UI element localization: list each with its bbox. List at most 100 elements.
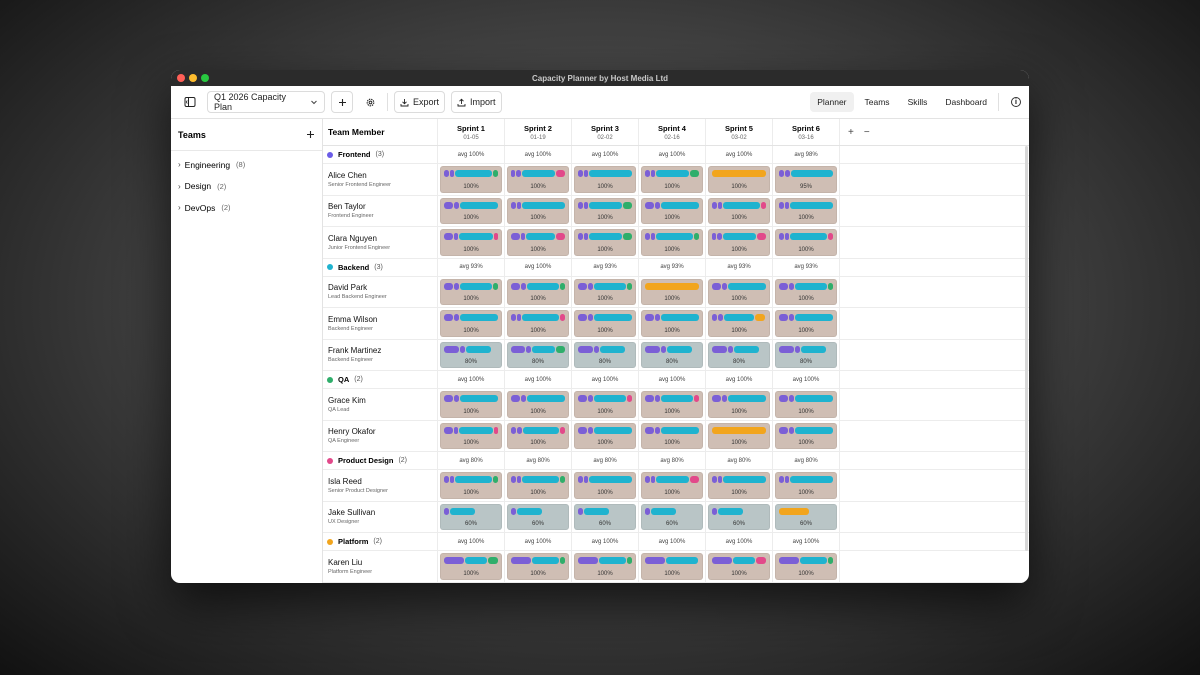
capacity-cell[interactable]: 100%: [775, 472, 837, 499]
capacity-cell[interactable]: 100%: [641, 391, 703, 418]
capacity-cell[interactable]: 100%: [507, 166, 569, 193]
capacity-cell[interactable]: 100%: [574, 197, 636, 224]
capacity-cell[interactable]: 100%: [708, 310, 770, 337]
capacity-cell[interactable]: 100%: [507, 197, 569, 224]
capacity-cell[interactable]: 80%: [574, 341, 636, 368]
allocation-bar-cyan: [723, 201, 761, 209]
import-button[interactable]: Import: [451, 91, 502, 113]
capacity-cell[interactable]: 100%: [574, 310, 636, 337]
capacity-cell[interactable]: 100%: [708, 229, 770, 256]
capacity-cell[interactable]: 100%: [507, 278, 569, 305]
capacity-cell[interactable]: 100%: [708, 553, 770, 580]
capacity-cell[interactable]: 60%: [440, 503, 502, 530]
capacity-cell[interactable]: 60%: [507, 503, 569, 530]
capacity-cell[interactable]: 100%: [440, 197, 502, 224]
sidebar-item-engineering[interactable]: › Engineering (8): [171, 154, 322, 176]
capacity-cell[interactable]: 100%: [641, 166, 703, 193]
capacity-cell[interactable]: 100%: [708, 166, 770, 193]
team-group-row[interactable]: Platform (2) avg 100% avg 100% avg 100% avg 1…: [323, 533, 1029, 551]
info-icon[interactable]: i: [1011, 97, 1021, 107]
capacity-cell[interactable]: 100%: [574, 422, 636, 449]
capacity-cell[interactable]: 80%: [775, 341, 837, 368]
team-group-row[interactable]: Backend (3) avg 93% avg 100% avg 93% avg 93% a…: [323, 258, 1029, 277]
capacity-cell[interactable]: 100%: [507, 391, 569, 418]
team-group-row[interactable]: Frontend (3) avg 100% avg 100% avg 100% avg 1…: [323, 146, 1029, 164]
capacity-cell[interactable]: 100%: [507, 229, 569, 256]
capacity-cell[interactable]: 95%: [775, 166, 837, 193]
team-group-row[interactable]: QA (2) avg 100% avg 100% avg 100% avg 100% avg…: [323, 371, 1029, 389]
capacity-cell[interactable]: 60%: [641, 503, 703, 530]
remove-sprint-button[interactable]: −: [864, 127, 870, 138]
allocation-bars: [444, 282, 498, 290]
nav-skills[interactable]: Skills: [901, 92, 935, 112]
settings-button[interactable]: [359, 91, 381, 113]
capacity-cell[interactable]: 80%: [641, 341, 703, 368]
capacity-cell[interactable]: 100%: [574, 166, 636, 193]
capacity-cell[interactable]: 100%: [775, 422, 837, 449]
capacity-cell[interactable]: 100%: [574, 553, 636, 580]
capacity-cell[interactable]: 100%: [440, 166, 502, 193]
capacity-cell[interactable]: 100%: [708, 391, 770, 418]
capacity-cell[interactable]: 100%: [708, 422, 770, 449]
capacity-cell[interactable]: 100%: [440, 553, 502, 580]
capacity-cell[interactable]: 100%: [507, 422, 569, 449]
nav-dashboard[interactable]: Dashboard: [938, 92, 994, 112]
capacity-cell[interactable]: 80%: [507, 341, 569, 368]
add-team-icon[interactable]: [306, 130, 315, 139]
capacity-cell[interactable]: 100%: [775, 278, 837, 305]
capacity-cell[interactable]: 100%: [574, 278, 636, 305]
capacity-cell[interactable]: 100%: [775, 553, 837, 580]
capacity-cell[interactable]: 100%: [440, 310, 502, 337]
capacity-cell[interactable]: 100%: [440, 472, 502, 499]
capacity-cell[interactable]: 100%: [775, 391, 837, 418]
add-sprint-button[interactable]: +: [848, 127, 854, 138]
capacity-cell[interactable]: 100%: [641, 472, 703, 499]
capacity-cell[interactable]: 60%: [708, 503, 770, 530]
capacity-cell[interactable]: 100%: [775, 229, 837, 256]
capacity-cell[interactable]: 100%: [507, 310, 569, 337]
capacity-percent: 100%: [463, 489, 479, 496]
toggle-sidebar-button[interactable]: [179, 91, 201, 113]
capacity-cell[interactable]: 100%: [641, 278, 703, 305]
plan-select[interactable]: Q1 2026 Capacity Plan: [207, 91, 325, 113]
capacity-cell[interactable]: 100%: [641, 553, 703, 580]
capacity-cell[interactable]: 100%: [641, 229, 703, 256]
export-button[interactable]: Export: [394, 91, 446, 113]
capacity-cell[interactable]: 100%: [507, 553, 569, 580]
capacity-cell[interactable]: 100%: [574, 391, 636, 418]
capacity-cell[interactable]: 60%: [574, 503, 636, 530]
close-window-button[interactable]: [177, 74, 185, 82]
capacity-cell[interactable]: 100%: [775, 197, 837, 224]
sidebar-item-design[interactable]: › Design (2): [171, 176, 322, 198]
capacity-cell[interactable]: 60%: [775, 503, 837, 530]
capacity-cell-wrap: 100%: [572, 308, 639, 339]
capacity-cell[interactable]: 100%: [708, 278, 770, 305]
sprint-date: 02-16: [664, 135, 680, 141]
capacity-cell[interactable]: 80%: [440, 341, 502, 368]
capacity-cell[interactable]: 100%: [641, 310, 703, 337]
nav-teams[interactable]: Teams: [858, 92, 897, 112]
maximize-window-button[interactable]: [201, 74, 209, 82]
capacity-cell[interactable]: 100%: [708, 197, 770, 224]
nav-planner[interactable]: Planner: [810, 92, 854, 112]
capacity-cell[interactable]: 100%: [641, 197, 703, 224]
team-group-row[interactable]: Product Design (2) avg 80% avg 80% avg 80% av…: [323, 452, 1029, 470]
member-name: Clara Nguyen: [328, 233, 377, 243]
vertical-scrollbar[interactable]: [1025, 146, 1028, 551]
allocation-bar-cyan: [532, 557, 559, 564]
sidebar-item-devops[interactable]: › DevOps (2): [171, 197, 322, 219]
capacity-cell[interactable]: 100%: [440, 391, 502, 418]
capacity-cell[interactable]: 100%: [641, 422, 703, 449]
capacity-cell[interactable]: 100%: [440, 229, 502, 256]
capacity-percent: 100%: [530, 440, 546, 446]
capacity-cell[interactable]: 100%: [440, 422, 502, 449]
capacity-cell[interactable]: 100%: [708, 472, 770, 499]
minimize-window-button[interactable]: [189, 74, 197, 82]
capacity-cell[interactable]: 100%: [507, 472, 569, 499]
capacity-cell[interactable]: 100%: [574, 472, 636, 499]
add-plan-button[interactable]: [331, 91, 353, 113]
capacity-cell[interactable]: 100%: [440, 278, 502, 305]
capacity-cell[interactable]: 100%: [775, 310, 837, 337]
capacity-cell[interactable]: 80%: [708, 341, 770, 368]
capacity-cell[interactable]: 100%: [574, 229, 636, 256]
